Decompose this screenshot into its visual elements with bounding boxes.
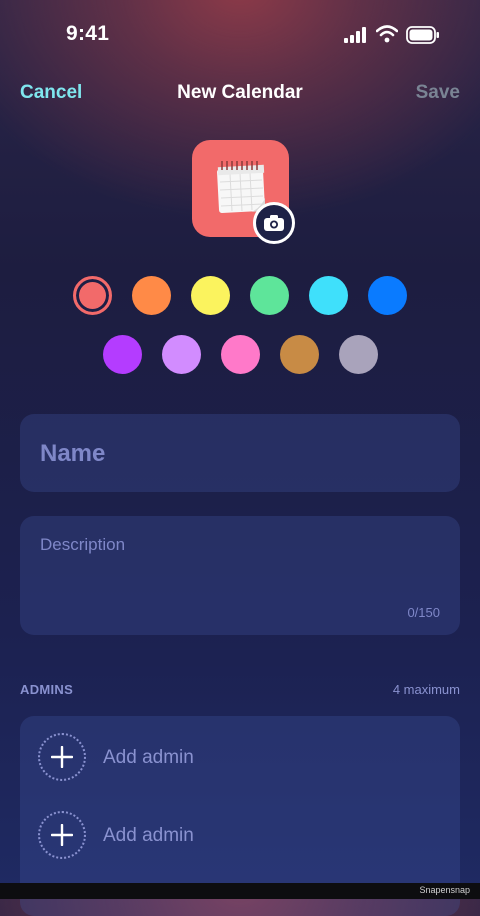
status-bar: 9:41 bbox=[0, 0, 480, 72]
add-admin-label: Add admin bbox=[103, 747, 194, 768]
add-admin-row[interactable]: Add admin bbox=[20, 718, 460, 796]
admins-limit: 4 maximum bbox=[392, 682, 460, 697]
add-admin-label: Add admin bbox=[103, 825, 194, 846]
character-counter: 0/150 bbox=[407, 605, 440, 620]
description-field[interactable]: Description 0/150 bbox=[20, 516, 460, 635]
color-swatch[interactable] bbox=[221, 335, 260, 374]
name-placeholder: Name bbox=[40, 440, 106, 467]
save-button[interactable]: Save bbox=[416, 82, 460, 104]
watermark-bar: Snapensnap bbox=[0, 883, 480, 899]
admins-header: ADMINS bbox=[20, 682, 74, 697]
color-swatch[interactable] bbox=[132, 276, 171, 315]
cancel-button[interactable]: Cancel bbox=[20, 82, 82, 104]
watermark-text: Snapensnap bbox=[419, 885, 470, 895]
signal-icon bbox=[344, 27, 366, 43]
color-swatch[interactable] bbox=[368, 276, 407, 315]
color-swatch[interactable] bbox=[339, 335, 378, 374]
color-swatch[interactable] bbox=[309, 276, 348, 315]
color-swatch[interactable] bbox=[103, 335, 142, 374]
add-admin-row[interactable]: Add admin bbox=[20, 796, 460, 874]
add-admin-avatar bbox=[38, 811, 86, 859]
status-time: 9:41 bbox=[66, 22, 110, 45]
color-swatch[interactable] bbox=[280, 335, 319, 374]
nav-bar: Cancel New Calendar Save bbox=[0, 72, 480, 116]
color-swatch[interactable] bbox=[191, 276, 230, 315]
description-placeholder: Description bbox=[40, 535, 126, 554]
wifi-icon bbox=[376, 25, 398, 43]
color-swatch[interactable] bbox=[162, 335, 201, 374]
color-swatch[interactable] bbox=[73, 276, 112, 315]
color-swatch[interactable] bbox=[250, 276, 289, 315]
name-field[interactable]: Name bbox=[20, 414, 460, 492]
camera-icon bbox=[264, 215, 284, 231]
plus-icon bbox=[51, 746, 73, 768]
change-icon-button[interactable] bbox=[253, 202, 295, 244]
add-admin-avatar bbox=[38, 733, 86, 781]
plus-icon bbox=[51, 824, 73, 846]
battery-icon bbox=[406, 26, 439, 44]
